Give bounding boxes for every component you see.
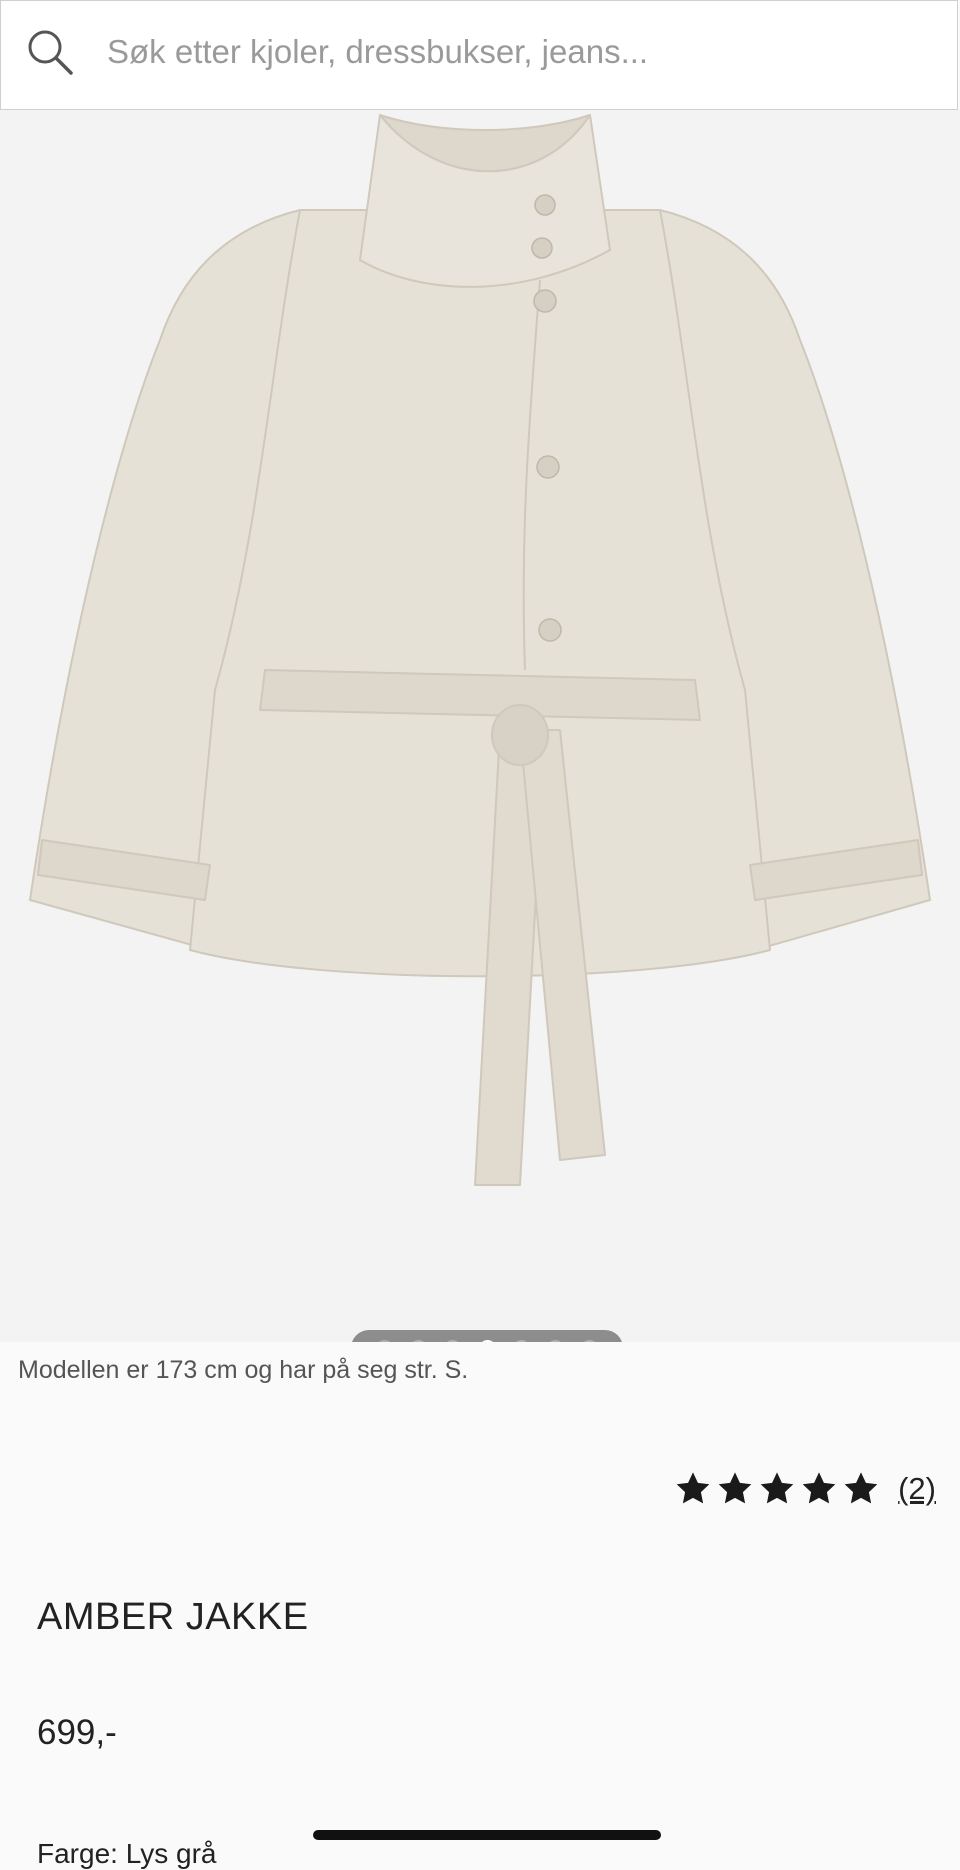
pagination-dot[interactable] [512,1339,530,1342]
star-icon [802,1472,836,1504]
pagination-dot-active[interactable] [478,1339,496,1342]
star-icon [718,1472,752,1504]
model-size-info: Modellen er 173 cm og har på seg str. S. [18,1356,469,1384]
pagination-dot[interactable] [410,1339,428,1342]
pagination-dot[interactable] [546,1339,564,1342]
product-image-gallery[interactable] [0,110,960,1342]
home-indicator [313,1830,661,1840]
star-icon [760,1472,794,1504]
search-input[interactable] [105,21,929,83]
product-image[interactable] [0,110,960,1342]
pagination-dot[interactable] [580,1339,598,1342]
search-bar[interactable] [0,0,958,110]
product-rating[interactable]: (2) [674,1470,936,1508]
color-label: Farge: Lys grå [37,1838,217,1869]
pagination-dot[interactable] [376,1339,394,1342]
pagination-dot[interactable] [444,1339,462,1342]
star-icon [676,1472,710,1504]
image-pagination[interactable] [351,1330,623,1342]
product-title: AMBER JAKKE [37,1596,309,1638]
product-price: 699,- [37,1713,117,1752]
star-icon [844,1472,878,1504]
review-count-link[interactable]: (2) [898,1471,936,1507]
search-icon [28,30,73,75]
